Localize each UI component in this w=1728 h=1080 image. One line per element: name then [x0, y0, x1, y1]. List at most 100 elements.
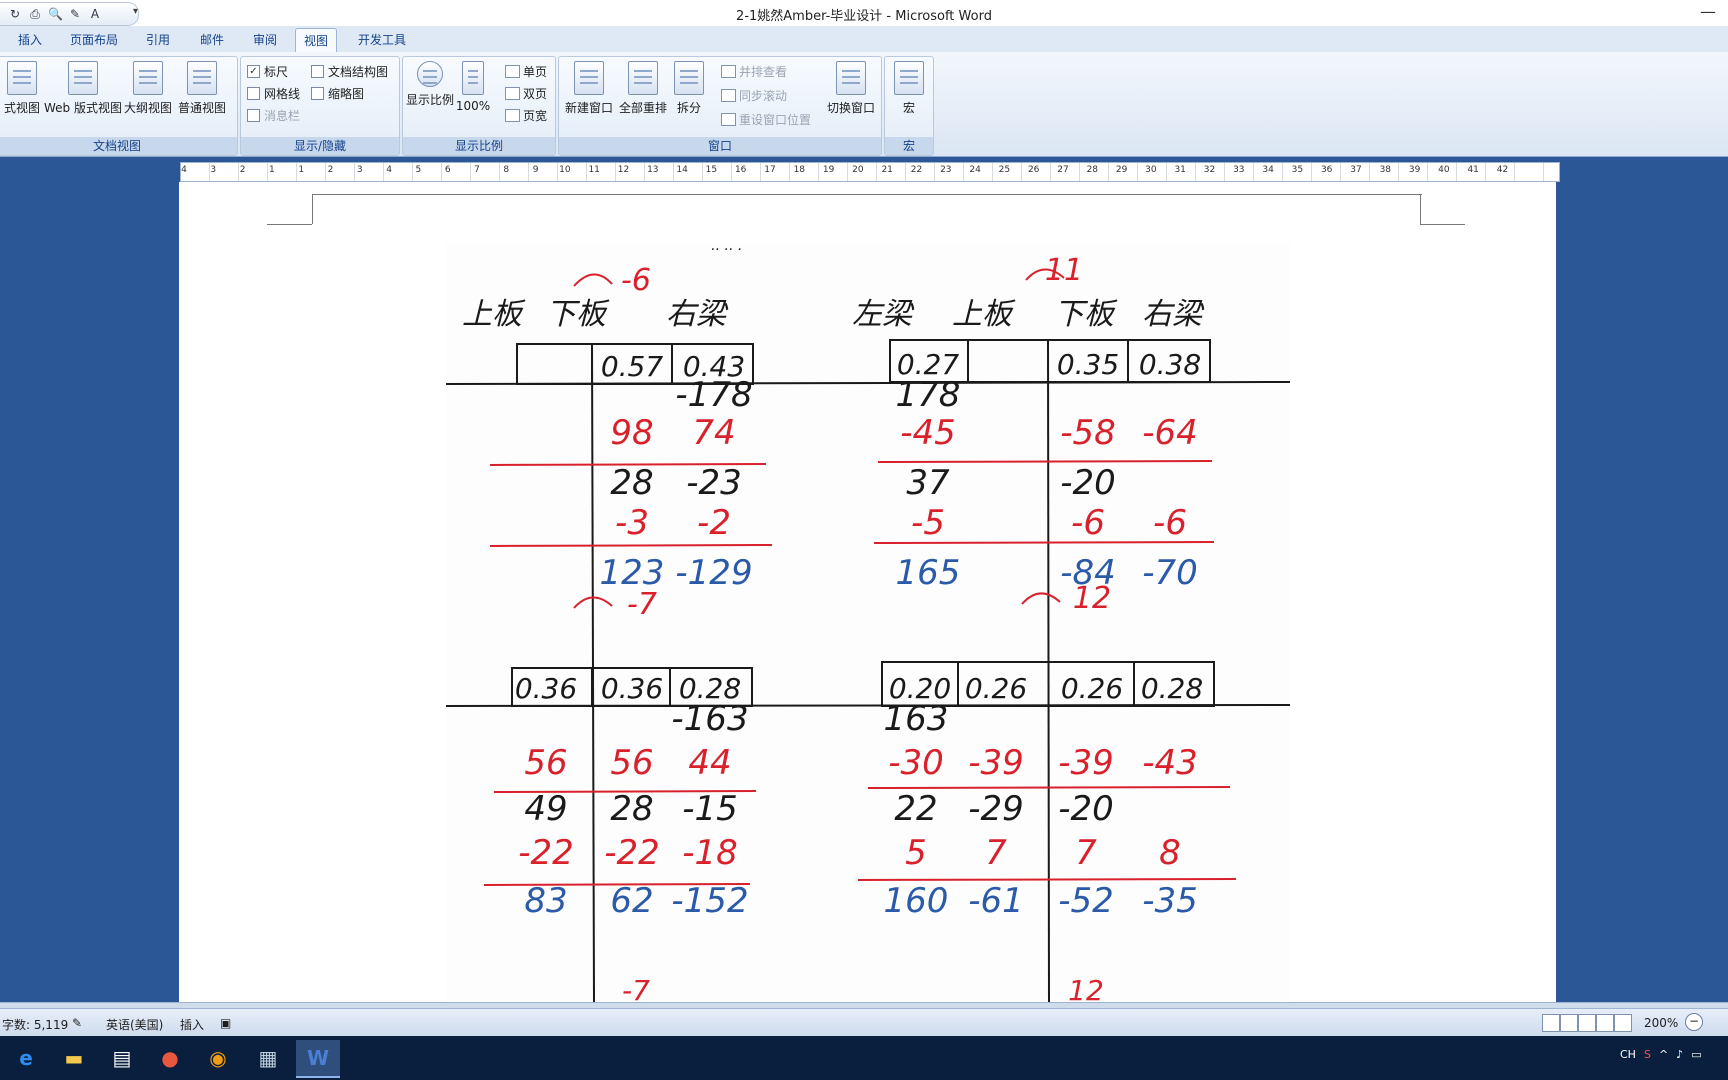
moment-value: -5: [911, 503, 945, 543]
page-width-button[interactable]: 页宽: [505, 107, 547, 124]
tab-developer[interactable]: 开发工具: [350, 30, 414, 50]
zoom-level[interactable]: 200%: [1644, 1016, 1678, 1030]
tab-insert[interactable]: 插入: [10, 30, 50, 50]
outline-view-icon[interactable]: [1596, 1014, 1614, 1032]
moment-value: 28: [610, 789, 653, 829]
zoom-button[interactable]: 显示比例: [405, 59, 455, 108]
arrange-all-button[interactable]: 全部重排: [617, 59, 669, 116]
ruler-label: 29: [1115, 165, 1128, 175]
minimize-button[interactable]: —: [1696, 2, 1720, 24]
moment-value: 74: [692, 413, 735, 453]
paint-icon[interactable]: ▦: [246, 1040, 290, 1076]
carry-over-value: 12: [1068, 974, 1104, 1002]
ruler-label: 40: [1438, 165, 1450, 175]
tab-mailings[interactable]: 邮件: [192, 30, 232, 50]
moment-value: -18: [682, 833, 738, 873]
input-language[interactable]: CH: [1620, 1048, 1636, 1061]
moment-value: 83: [524, 881, 567, 921]
switch-windows-button[interactable]: 切换窗口: [823, 59, 879, 116]
browser-icon[interactable]: ◉: [196, 1040, 240, 1076]
outline-view-button[interactable]: 大纲视图: [123, 59, 173, 116]
volume-icon[interactable]: ♪: [1676, 1048, 1683, 1061]
one-page-button[interactable]: 单页: [505, 63, 547, 80]
ruler-labels: 4 3 2 1 1 2 3 4 5 6 7 8 9 10 11 12 13 14 15 16 17 18 19 20 21 22 2…: [180, 163, 1558, 179]
two-pages-button[interactable]: 双页: [505, 85, 547, 102]
file-explorer-icon[interactable]: ▬: [52, 1040, 96, 1076]
macros-icon: [894, 61, 924, 95]
sogou-icon[interactable]: S: [1644, 1048, 1651, 1061]
sync-scroll-button: 同步滚动: [721, 87, 787, 104]
ruler-label: 23: [940, 165, 952, 175]
notification-icon[interactable]: ▭: [1691, 1048, 1701, 1061]
web-layout-button[interactable]: Web 版式视图: [43, 59, 123, 116]
word-taskbar-icon[interactable]: W: [296, 1040, 340, 1078]
tab-page-layout[interactable]: 页面布局: [62, 30, 126, 50]
moment-value: -6: [1071, 503, 1105, 543]
tab-view[interactable]: 视图: [295, 28, 338, 53]
scanned-calculation-image[interactable]: 上板 下板 右梁 -6 0.57 0.43 -178 98 74 28 -23 -3 -2 123 -129…: [446, 244, 1290, 1002]
new-window-button[interactable]: 新建窗口: [563, 59, 615, 116]
carry-over-value: -7: [622, 974, 650, 1002]
group-label: 显示比例: [403, 137, 555, 155]
page-width-icon: [505, 109, 520, 122]
split-button[interactable]: 拆分: [669, 59, 709, 116]
ruler-label: 18: [793, 165, 806, 175]
ruler-label: 30: [1145, 165, 1157, 175]
ruler-label: 3: [210, 165, 217, 175]
reset-position-icon: [721, 113, 736, 126]
cut-off-text: ·· ·· ·: [710, 244, 741, 258]
tab-review[interactable]: 审阅: [245, 30, 285, 50]
chrome-icon[interactable]: ●: [148, 1040, 192, 1076]
moment-value: -70: [1142, 553, 1198, 593]
group-label: 窗口: [559, 137, 881, 155]
moment-value: -22: [518, 833, 574, 873]
distribution-factor: 0.57: [601, 350, 664, 383]
language-indicator[interactable]: 英语(美国): [106, 1016, 163, 1033]
store-icon[interactable]: ▤: [100, 1040, 144, 1076]
insert-mode-indicator[interactable]: 插入: [180, 1016, 204, 1033]
group-zoom: 显示比例 100% 单页 双页 页宽 显示比例: [402, 56, 556, 156]
ruler-label: 33: [1233, 165, 1245, 175]
macro-record-icon[interactable]: ▣: [220, 1016, 231, 1030]
thumbnails-checkbox[interactable]: 缩略图: [311, 85, 364, 102]
zoom-100-button[interactable]: 100%: [455, 59, 491, 113]
draft-view-button[interactable]: 普通视图: [177, 59, 227, 116]
two-pages-icon: [505, 87, 520, 100]
sync-scroll-icon: [721, 89, 736, 102]
moment-value: -152: [671, 881, 748, 921]
side-by-side-icon: [721, 65, 736, 78]
draft-view-icon[interactable]: [1614, 1014, 1632, 1032]
gridlines-checkbox[interactable]: 网格线: [247, 85, 300, 102]
macros-button[interactable]: 宏: [885, 59, 933, 116]
group-label: 宏: [885, 137, 933, 155]
member-header: 下板: [546, 297, 610, 332]
moment-value: 7: [985, 833, 1007, 873]
moment-value: -30: [888, 743, 944, 783]
word-count[interactable]: 字数: 5,119: [2, 1016, 68, 1033]
ruler-label: 27: [1057, 165, 1069, 175]
ie-icon[interactable]: e: [4, 1040, 48, 1076]
magnifier-icon: [417, 61, 443, 87]
tab-references[interactable]: 引用: [138, 30, 178, 50]
ruler-label: 24: [969, 165, 981, 175]
full-screen-view-icon[interactable]: [1560, 1014, 1578, 1032]
moment-value: 5: [905, 833, 927, 873]
ruler-label: 15: [705, 165, 718, 175]
moment-value: 28: [610, 463, 653, 503]
moment-value: 8: [1159, 833, 1181, 873]
group-label: 文档视图: [0, 137, 237, 155]
tray-expand-icon[interactable]: ^: [1659, 1048, 1668, 1061]
zoom-out-button[interactable]: −: [1685, 1013, 1703, 1031]
proofing-icon[interactable]: ✎: [72, 1016, 82, 1030]
print-layout-button[interactable]: 式视图: [0, 59, 47, 116]
system-tray: CH S ^ ♪ ▭: [1620, 1048, 1702, 1061]
print-layout-view-icon[interactable]: [1542, 1014, 1560, 1032]
doc-map-checkbox[interactable]: 文档结构图: [311, 63, 388, 80]
ruler-label: 41: [1467, 165, 1479, 175]
moment-value: -22: [604, 833, 660, 873]
web-view-icon[interactable]: [1578, 1014, 1596, 1032]
ruler-checkbox[interactable]: ✓ 标尺: [247, 63, 288, 80]
moment-value: 56: [610, 743, 653, 783]
ruler-label: 36: [1320, 165, 1333, 175]
ruler-label: 1: [269, 165, 275, 175]
